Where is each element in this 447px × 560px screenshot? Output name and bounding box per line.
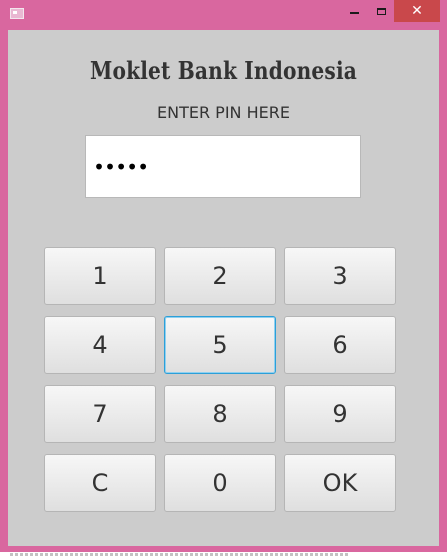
- key-2-button[interactable]: 2: [164, 247, 276, 305]
- app-window: ✕ Moklet Bank Indonesia ENTER PIN HERE 1…: [0, 0, 447, 552]
- main-panel: Moklet Bank Indonesia ENTER PIN HERE 1 2…: [8, 30, 439, 546]
- minimize-button[interactable]: [340, 0, 368, 22]
- pin-input[interactable]: [85, 135, 361, 198]
- bank-title: Moklet Bank Indonesia: [89, 56, 358, 85]
- key-7-button[interactable]: 7: [44, 385, 156, 443]
- key-6-button[interactable]: 6: [284, 316, 396, 374]
- key-3-button[interactable]: 3: [284, 247, 396, 305]
- app-icon[interactable]: [10, 8, 24, 19]
- close-button[interactable]: ✕: [394, 0, 440, 22]
- background-texture: [10, 553, 350, 556]
- maximize-icon: [376, 7, 386, 15]
- key-5-button[interactable]: 5: [164, 316, 276, 374]
- enter-pin-label: ENTER PIN HERE: [157, 103, 290, 122]
- key-1-button[interactable]: 1: [44, 247, 156, 305]
- key-9-button[interactable]: 9: [284, 385, 396, 443]
- background-strip: [0, 552, 447, 560]
- ok-button[interactable]: OK: [284, 454, 396, 512]
- key-0-button[interactable]: 0: [164, 454, 276, 512]
- key-4-button[interactable]: 4: [44, 316, 156, 374]
- clear-button[interactable]: C: [44, 454, 156, 512]
- close-icon: ✕: [411, 3, 423, 19]
- title-bar[interactable]: ✕: [0, 0, 447, 30]
- keypad: 1 2 3 4 5 6 7 8 9 C 0 OK: [44, 247, 396, 512]
- minimize-icon: [349, 11, 359, 14]
- key-8-button[interactable]: 8: [164, 385, 276, 443]
- maximize-button[interactable]: [368, 0, 394, 22]
